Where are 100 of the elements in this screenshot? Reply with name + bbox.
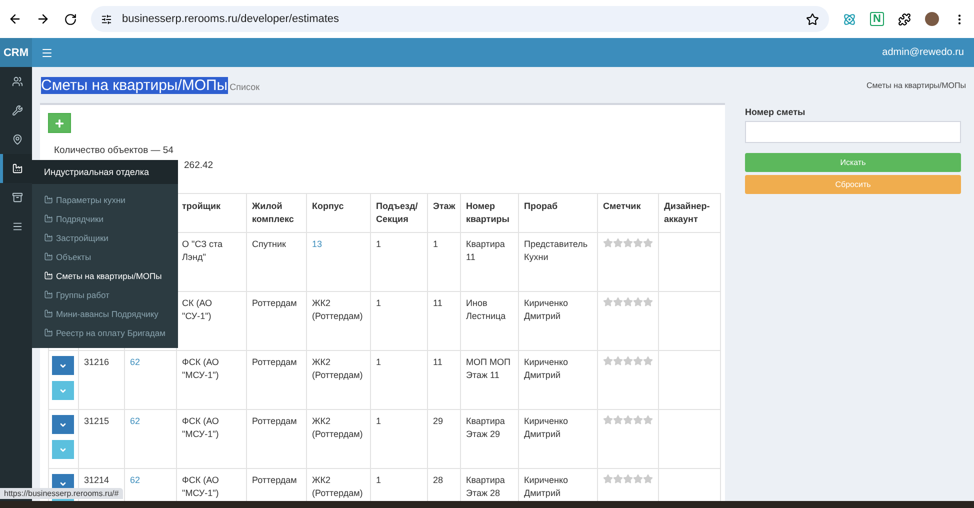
table-cell: Квартира 11 [460,232,518,292]
table-cell: 11 [428,292,460,350]
building-link[interactable]: 13 [312,239,322,249]
menu-item[interactable]: Группы работ [32,285,178,304]
star-icon[interactable] [613,297,623,307]
menu-item[interactable]: Мини-авансы Подрядчику [32,304,178,323]
star-icon[interactable] [613,474,623,484]
address-bar[interactable]: businesserp.rerooms.ru/developer/estimates [91,6,830,32]
dropdown-button[interactable] [52,381,74,400]
menu-item[interactable]: Объекты [32,247,178,266]
reload-icon[interactable] [64,12,77,26]
star-icon[interactable] [643,474,653,484]
object-link[interactable]: 62 [130,475,140,485]
sidebar-item[interactable] [0,154,32,183]
plus-icon [54,118,65,128]
star-icon[interactable] [603,356,613,366]
menu-item[interactable]: Параметры кухни [32,190,178,209]
star-rating[interactable] [603,415,653,425]
table-cell: МОП МОП Этаж 11 [460,350,518,410]
table-cell: Роттердам [246,350,306,410]
menu-item[interactable]: Сметы на квартиры/МОПы [32,266,178,285]
extension-badge[interactable]: N [870,12,884,26]
star-icon[interactable] [623,238,633,248]
star-rating[interactable] [603,297,653,307]
extensions-icon[interactable] [898,12,911,26]
dropdown-button[interactable] [52,440,74,459]
star-rating[interactable] [603,474,653,484]
table-cell: ЖК2 (Роттердам) [312,416,363,439]
column-header: Жилой комплекс [246,194,306,232]
star-rating[interactable] [603,356,653,366]
back-icon[interactable] [8,12,22,26]
star-rating[interactable] [603,238,653,248]
column-header: Прораб [518,194,598,232]
user-email[interactable]: admin@rewedo.ru [882,47,964,58]
add-button[interactable] [48,113,71,133]
factory-icon [12,163,23,174]
star-icon[interactable] [613,415,623,425]
site-settings-icon[interactable] [101,14,112,24]
flyout-title: Индустриальная отделка [32,160,178,184]
star-icon[interactable] [633,238,643,248]
table-cell: Спутник [246,232,306,292]
star-icon[interactable] [603,474,613,484]
table-cell: 31216 [84,357,110,367]
estimate-number-field[interactable] [745,121,961,143]
column-header: Корпус [306,194,370,232]
total-value: 262.42 [183,159,214,172]
star-icon[interactable] [623,415,633,425]
pin-icon [12,134,23,145]
archive-icon [12,192,23,203]
table-cell: 31215 [84,416,110,426]
factory-icon [44,214,53,223]
star-icon[interactable] [643,297,653,307]
table-cell: 1 [370,292,428,350]
object-link[interactable]: 62 [130,416,140,426]
column-header: Этаж [428,194,460,232]
menu-icon[interactable] [41,46,53,58]
field-label: Номер сметы [745,107,806,117]
menu-icon [12,221,23,232]
star-icon[interactable] [603,297,613,307]
table-cell: 31214 [84,475,110,485]
bookmark-star-icon[interactable] [806,12,820,26]
profile-avatar[interactable] [925,12,939,26]
star-icon[interactable] [633,356,643,366]
logo[interactable]: CRM [0,38,32,67]
factory-icon [44,309,53,318]
table-cell: Роттердам [246,292,306,350]
star-icon[interactable] [623,356,633,366]
menu-item[interactable]: Реестр на оплату Бригадам [32,323,178,342]
factory-icon [44,290,53,299]
object-link[interactable]: 62 [130,357,140,367]
star-icon[interactable] [603,238,613,248]
star-icon[interactable] [623,474,633,484]
breadcrumb[interactable]: Сметы на квартиры/МОПы [866,80,966,90]
menu-item[interactable]: Застройщики [32,228,178,247]
menu-item[interactable]: Подрядчики [32,209,178,228]
column-header: Дизайнер-аккаунт [658,194,720,232]
table-cell: Представитель Кухни [518,232,598,292]
star-icon[interactable] [643,238,653,248]
star-icon[interactable] [633,474,643,484]
forward-icon[interactable] [36,12,50,26]
caret-icon [59,420,67,428]
star-icon[interactable] [603,415,613,425]
table-cell: Кириченко Дмитрий [518,410,598,468]
table-cell: 1 [370,410,428,468]
star-icon[interactable] [633,415,643,425]
factory-icon [44,233,53,242]
star-icon[interactable] [613,238,623,248]
star-icon[interactable] [643,356,653,366]
column-header: Номер квартиры [460,194,518,232]
table-cell: 1 [428,232,460,292]
dropdown-button[interactable] [52,356,74,375]
star-icon[interactable] [623,297,633,307]
extension-icon[interactable] [843,12,856,26]
factory-icon [44,328,53,337]
star-icon[interactable] [633,297,643,307]
search-button[interactable]: Искать [745,153,961,172]
star-icon[interactable] [643,415,653,425]
dropdown-button[interactable] [52,415,74,434]
star-icon[interactable] [613,356,623,366]
caret-icon [59,480,67,488]
